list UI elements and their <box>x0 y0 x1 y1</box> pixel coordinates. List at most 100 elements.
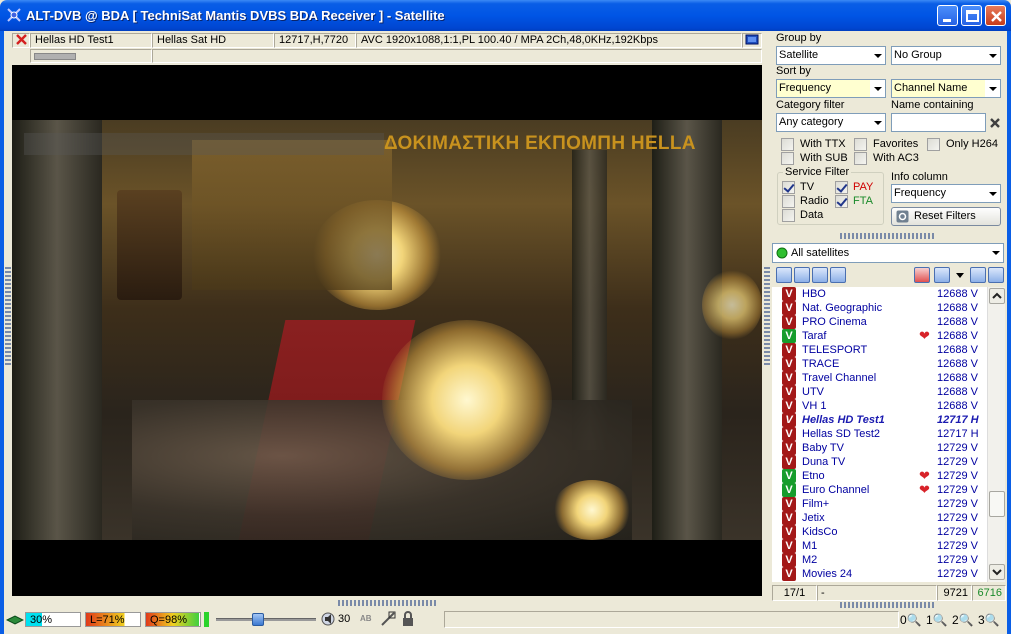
with-ac3-checkbox[interactable] <box>854 152 867 165</box>
channel-row[interactable]: V Hellas SD Test2 12717 H <box>772 427 987 441</box>
move-down-icon[interactable] <box>988 267 1004 283</box>
channel-row[interactable]: V TRACE 12688 V <box>772 357 987 371</box>
channel-row[interactable]: V M1 12729 V <box>772 539 987 553</box>
radio-label: Radio <box>800 195 829 207</box>
only-h264-checkbox[interactable] <box>927 138 940 151</box>
channel-row[interactable]: V Hellas HD Test1 12717 H <box>772 413 987 427</box>
zoom-icon: 🔍 <box>932 613 948 627</box>
zoom-3[interactable]: 3🔍 <box>978 613 1000 627</box>
center-splitter-grip[interactable] <box>764 265 770 365</box>
name-containing-label: Name containing <box>891 99 974 111</box>
zoom-1-label: 1 <box>926 613 933 627</box>
category-filter-select[interactable]: Any category <box>776 113 886 132</box>
sort-by-select[interactable]: Frequency <box>776 79 886 98</box>
video-service-badge: V <box>782 483 796 497</box>
video-display[interactable]: ΔΟΚΙΜΑΣΤΙΚΗ ΕΚΠΟΜΠΗ HELLA <box>12 65 762 596</box>
zoom-2[interactable]: 2🔍 <box>952 613 974 627</box>
channel-row[interactable]: V Duna TV 12729 V <box>772 455 987 469</box>
channel-frequency: 12729 V <box>937 554 978 566</box>
volume-icon[interactable] <box>320 611 336 627</box>
filter-splitter-grip[interactable] <box>840 233 936 239</box>
favorites-checkbox[interactable] <box>854 138 867 151</box>
scroll-down-button[interactable] <box>989 564 1005 580</box>
volume-value: 30 <box>338 613 351 625</box>
channel-row[interactable]: V Film+ 12729 V <box>772 497 987 511</box>
sort-by-second-select[interactable]: Channel Name <box>891 79 1001 98</box>
channel-row[interactable]: V PRO Cinema 12688 V <box>772 315 987 329</box>
teletext-icon[interactable] <box>380 611 396 627</box>
channel-name: Hellas SD Test2 <box>802 428 881 440</box>
video-frame <box>12 120 762 540</box>
clear-name-icon[interactable] <box>989 117 1001 129</box>
list-splitter-grip[interactable] <box>840 602 936 608</box>
channel-row[interactable]: V M2 12729 V <box>772 553 987 567</box>
channel-row[interactable]: V Etno ❤ 12729 V <box>772 469 987 483</box>
group-by-select[interactable]: Satellite <box>776 46 886 65</box>
radio-checkbox[interactable] <box>782 195 795 208</box>
stop-icon[interactable] <box>12 33 30 48</box>
volume-track[interactable] <box>216 618 316 621</box>
bottom-splitter-grip[interactable] <box>338 600 438 606</box>
chevron-down-icon[interactable] <box>955 272 965 280</box>
channel-row[interactable]: V Taraf ❤ 12688 V <box>772 329 987 343</box>
video-service-badge: V <box>782 441 796 455</box>
channel-list-scrollbar[interactable] <box>987 287 1005 582</box>
channel-row[interactable]: V Movies 24 12729 V <box>772 567 987 581</box>
list-view-icon[interactable] <box>776 267 792 283</box>
channel-row[interactable]: V Nat. Geographic 12688 V <box>772 301 987 315</box>
channel-row[interactable]: V Jetix 12729 V <box>772 511 987 525</box>
scroll-thumb[interactable] <box>989 491 1005 517</box>
title-bar[interactable]: ALT-DVB @ BDA [ TechniSat Mantis DVBS BD… <box>0 0 1011 31</box>
minimize-button[interactable] <box>937 5 958 26</box>
group-by-second-select[interactable]: No Group <box>891 46 1001 65</box>
epg-icon[interactable] <box>812 267 828 283</box>
details-view-icon[interactable] <box>794 267 810 283</box>
channel-row[interactable]: V Baby TV 12729 V <box>772 441 987 455</box>
channel-row[interactable]: V KidsCo 12729 V <box>772 525 987 539</box>
data-checkbox[interactable] <box>782 209 795 222</box>
with-sub-checkbox[interactable] <box>781 152 794 165</box>
timer-icon[interactable] <box>914 267 930 283</box>
channel-frequency: 12688 V <box>937 288 978 300</box>
name-containing-input[interactable] <box>891 113 986 132</box>
zoom-0-label: 0 <box>900 613 907 627</box>
fta-checkbox[interactable] <box>835 195 848 208</box>
channel-row[interactable]: V VH 1 12688 V <box>772 399 987 413</box>
ab-icon[interactable]: AB <box>360 614 372 623</box>
channel-frequency: 12729 V <box>937 540 978 552</box>
window-title: ALT-DVB @ BDA [ TechniSat Mantis DVBS BD… <box>26 8 445 23</box>
refresh-icon[interactable] <box>934 267 950 283</box>
timeshift-track[interactable] <box>30 49 152 63</box>
reset-filters-button[interactable]: Reset Filters <box>891 207 1001 226</box>
channel-row[interactable]: V TELESPORT 12688 V <box>772 343 987 357</box>
channel-list[interactable]: V HBO 12688 V V Nat. Geographic 12688 V V PRO C… <box>772 287 987 582</box>
channel-row[interactable]: V HBO 12688 V <box>772 287 987 301</box>
columns-icon[interactable] <box>830 267 846 283</box>
timeshift-info <box>152 49 762 63</box>
zoom-0[interactable]: 0🔍 <box>900 613 922 627</box>
close-button[interactable] <box>985 5 1006 26</box>
move-up-icon[interactable] <box>970 267 986 283</box>
fullscreen-button[interactable] <box>742 33 762 48</box>
timeshift-thumb[interactable] <box>34 53 76 60</box>
channel-row[interactable]: V Euro Channel ❤ 12729 V <box>772 483 987 497</box>
channel-name: Film+ <box>802 498 830 510</box>
timeshift-bar[interactable] <box>12 49 762 63</box>
video-service-badge: V <box>782 427 796 441</box>
channel-row[interactable]: V UTV 12688 V <box>772 385 987 399</box>
channel-name: Euro Channel <box>802 484 870 496</box>
pay-checkbox[interactable] <box>835 181 848 194</box>
info-column-select[interactable]: Frequency <box>891 184 1001 203</box>
tv-checkbox[interactable] <box>782 181 795 194</box>
channel-row[interactable]: V Travel Channel 12688 V <box>772 371 987 385</box>
with-ttx-checkbox[interactable] <box>781 138 794 151</box>
satellite-select[interactable]: All satellites <box>772 243 1004 263</box>
zoom-1[interactable]: 1🔍 <box>926 613 948 627</box>
app-icon <box>7 8 21 22</box>
scroll-up-button[interactable] <box>989 288 1005 304</box>
lock-icon[interactable] <box>401 611 415 627</box>
stack-icon[interactable] <box>6 612 24 626</box>
volume-thumb[interactable] <box>252 613 264 626</box>
left-splitter-grip[interactable] <box>5 265 11 365</box>
maximize-button[interactable] <box>961 5 982 26</box>
